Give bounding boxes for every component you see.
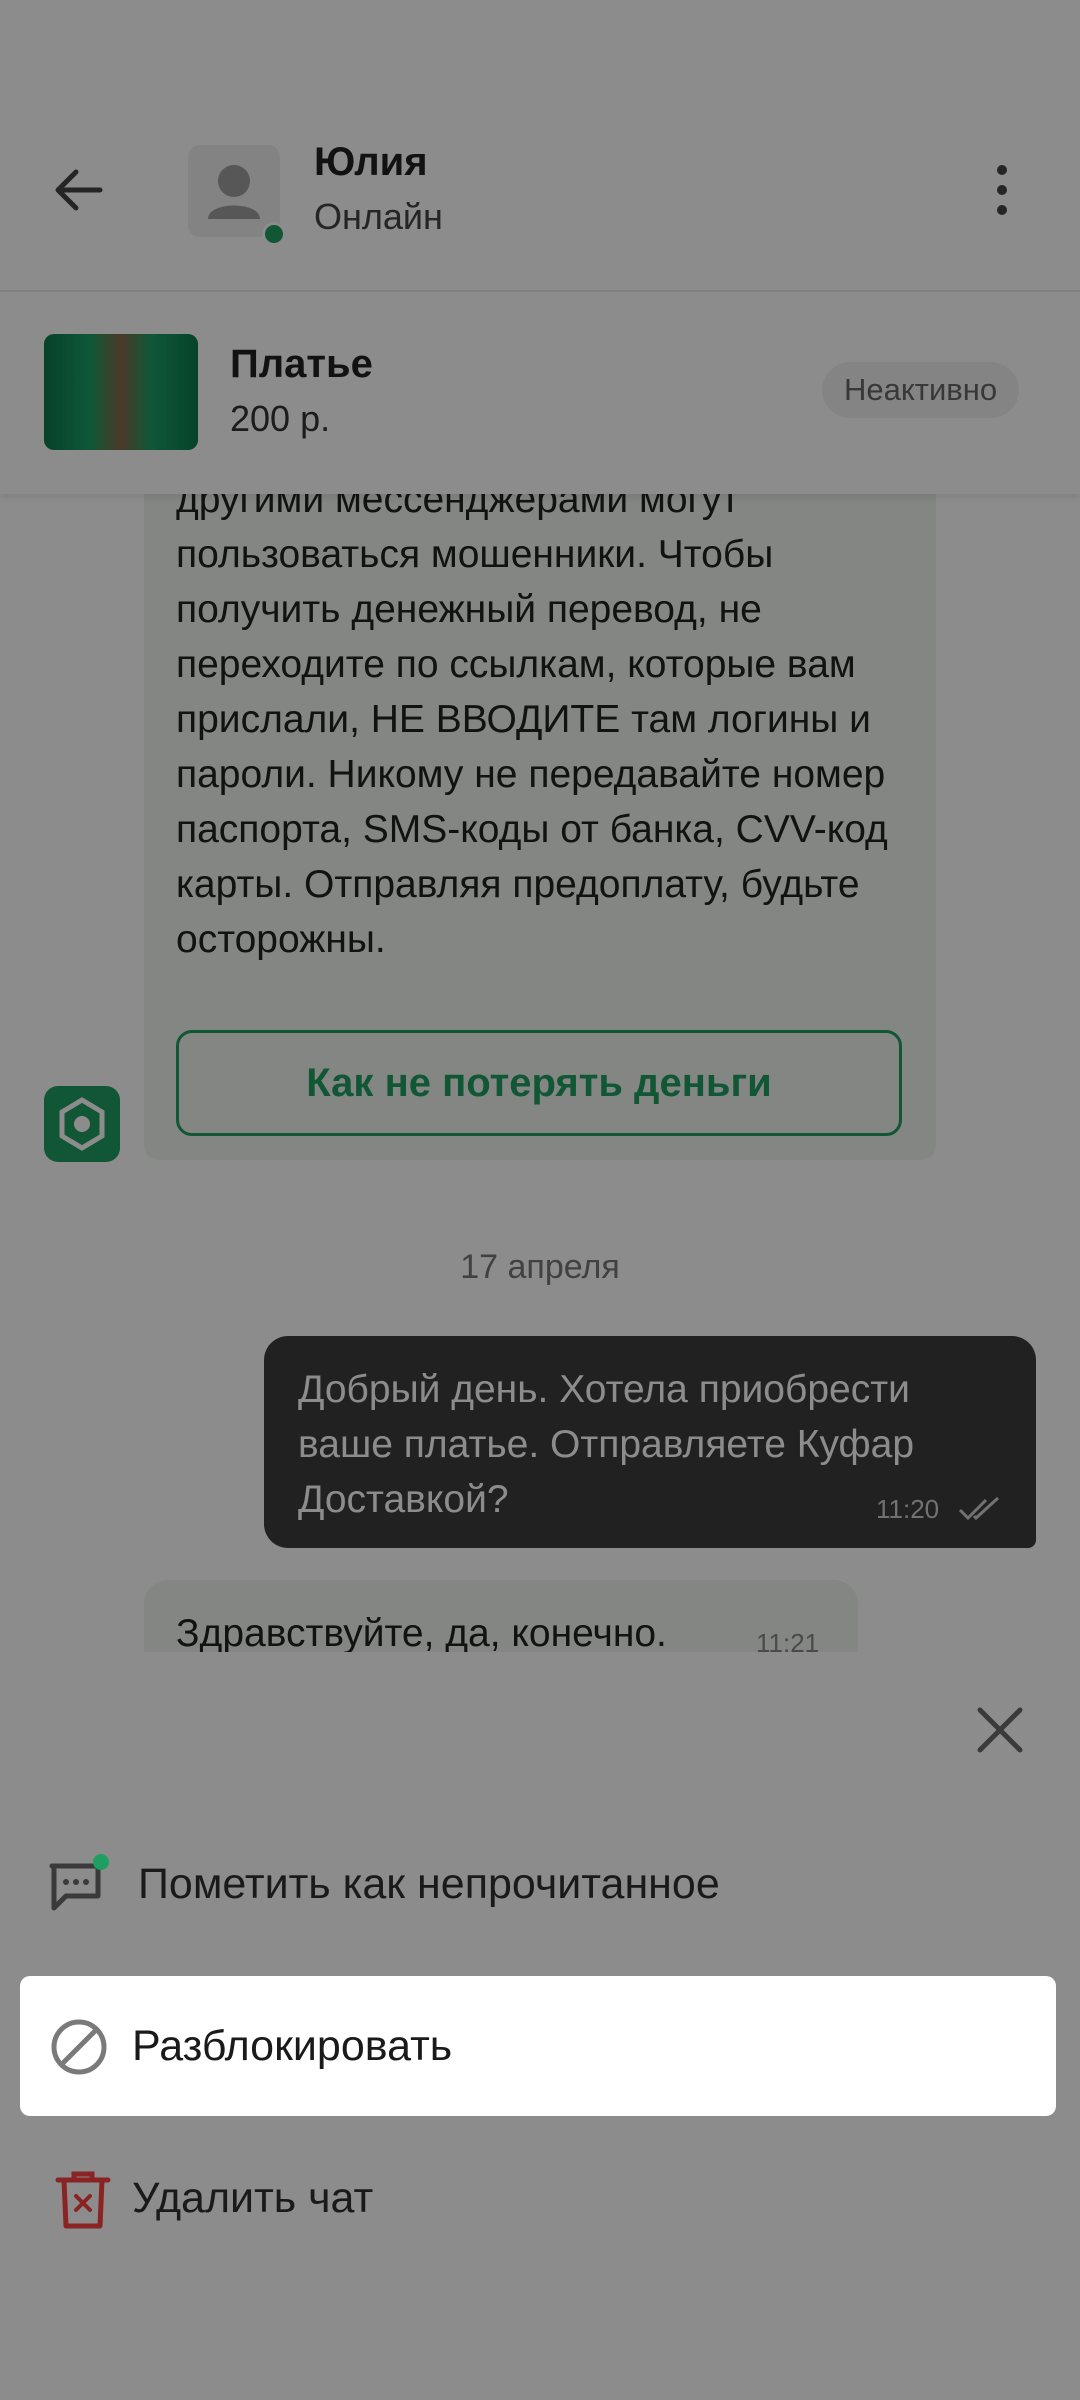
close-icon[interactable] bbox=[970, 1700, 1030, 1760]
unblock-menu-item[interactable]: Разблокировать bbox=[20, 1976, 1056, 2116]
menu-item-label: Пометить как непрочитанное bbox=[138, 1860, 720, 1908]
menu-item-label: Разблокировать bbox=[132, 2022, 453, 2070]
delete-chat-menu-item[interactable]: Удалить чат bbox=[20, 2128, 1056, 2268]
trash-icon bbox=[55, 2171, 111, 2229]
mark-unread-menu-item[interactable]: Пометить как непрочитанное bbox=[20, 1814, 1056, 1954]
menu-item-label: Удалить чат bbox=[132, 2174, 374, 2222]
chat-unread-icon bbox=[49, 1854, 109, 1911]
block-icon bbox=[51, 2019, 107, 2075]
